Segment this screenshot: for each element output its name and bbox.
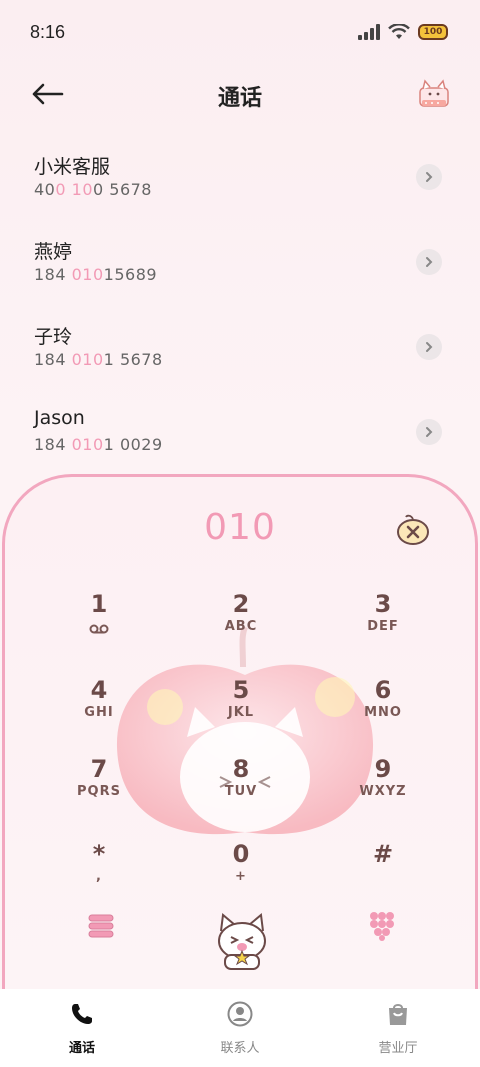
contact-number: 184 0101 5678 — [34, 350, 163, 369]
contact-name: Jason — [34, 407, 85, 429]
signal-icon — [358, 24, 380, 40]
nav-label: 联系人 — [220, 1041, 260, 1056]
chevron-right-icon[interactable] — [416, 249, 442, 275]
key-7[interactable]: 7 PQRS — [39, 754, 159, 826]
contact-number: 400 100 5678 — [34, 180, 152, 199]
nav-calls[interactable]: 通话 — [22, 1001, 142, 1056]
dialer-panel: 010 1 2 ABC 3 DEF 4 GHI 5 JKL 6 MNO 7 PQ… — [2, 474, 478, 1014]
key-2[interactable]: 2 ABC — [181, 589, 301, 661]
page-title: 通话 — [217, 86, 262, 111]
delete-icon[interactable] — [395, 513, 431, 547]
shopping-bag-icon — [389, 1004, 407, 1025]
key-3[interactable]: 3 DEF — [323, 589, 443, 661]
key-1[interactable]: 1 — [39, 589, 159, 661]
key-0[interactable]: 0 + — [181, 839, 301, 911]
phone-icon — [72, 1004, 92, 1024]
key-9[interactable]: 9 WXYZ — [323, 754, 443, 826]
chevron-right-icon[interactable] — [416, 419, 442, 445]
keypad-grid-icon[interactable] — [369, 911, 395, 941]
key-5[interactable]: 5 JKL — [181, 675, 301, 747]
wifi-icon — [388, 24, 410, 39]
chevron-right-icon[interactable] — [416, 164, 442, 190]
call-button-cat-icon[interactable] — [209, 909, 275, 971]
contact-name: 子玲 — [34, 326, 73, 348]
voicemail-icon — [89, 624, 109, 634]
contact-row[interactable]: 小米客服 400 100 5678 — [0, 140, 480, 225]
contact-row[interactable]: 燕婷 184 01015689 — [0, 225, 480, 310]
status-icons: 100 — [358, 24, 448, 40]
menu-icon[interactable] — [87, 913, 115, 939]
key-6[interactable]: 6 MNO — [323, 675, 443, 747]
battery-icon: 100 — [418, 24, 448, 40]
key-hash[interactable]: # — [323, 839, 443, 911]
status-bar: 8:16 100 — [0, 0, 480, 68]
header: 通话 — [0, 70, 480, 120]
key-4[interactable]: 4 GHI — [39, 675, 159, 747]
key-star[interactable]: * , — [39, 839, 159, 911]
cat-theme-icon[interactable] — [418, 78, 450, 108]
nav-contacts[interactable]: 联系人 — [180, 1001, 300, 1056]
contact-row[interactable]: 子玲 184 0101 5678 — [0, 310, 480, 395]
bottom-nav: 通话 联系人 营业厅 — [0, 989, 480, 1067]
nav-store[interactable]: 营业厅 — [338, 1001, 458, 1056]
key-8[interactable]: 8 TUV — [181, 754, 301, 826]
status-time: 8:16 — [30, 22, 66, 42]
contact-list: 小米客服 400 100 5678 燕婷 184 01015689 子玲 184… — [0, 140, 480, 480]
chevron-right-icon[interactable] — [416, 334, 442, 360]
contact-number: 184 01015689 — [34, 265, 158, 284]
contact-row[interactable]: Jason 184 0101 0029 — [0, 395, 480, 480]
contact-number: 184 0101 0029 — [34, 435, 163, 454]
contact-name: 燕婷 — [34, 241, 73, 263]
contact-name: 小米客服 — [34, 156, 111, 178]
nav-label: 通话 — [68, 1041, 95, 1056]
contact-icon — [227, 1001, 253, 1027]
nav-label: 营业厅 — [378, 1041, 418, 1056]
